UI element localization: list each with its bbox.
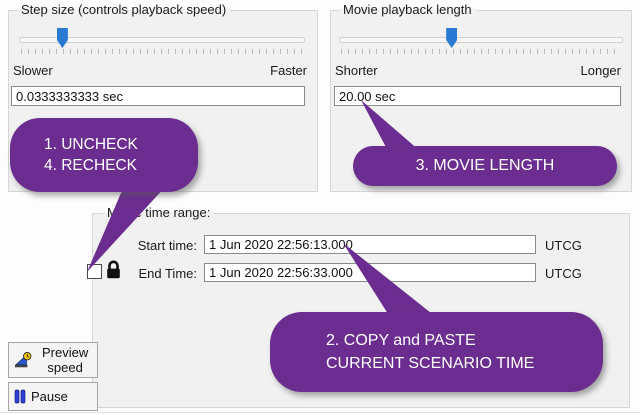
step-size-slider[interactable] [19,28,305,64]
step-size-slider-thumb[interactable] [57,28,68,48]
end-time-input[interactable] [204,263,536,282]
callout-3-line-1: 3. MOVIE LENGTH [416,157,555,175]
start-time-input[interactable] [204,235,536,254]
preview-speed-button[interactable]: Preview speed [8,342,98,378]
callout-1-line-1: 1. UNCHECK [44,134,198,155]
step-size-input[interactable] [11,86,305,106]
callout-movie-length: 3. MOVIE LENGTH [353,146,617,186]
start-time-label: Start time: [131,238,197,253]
pause-button[interactable]: Pause [8,382,98,411]
end-time-units-label: UTCG [545,266,582,281]
callout-uncheck-recheck: 1. UNCHECK 4. RECHECK [10,118,198,192]
playback-length-slider-ticks [341,49,621,54]
lock-icon [103,259,124,280]
playback-length-slider[interactable] [339,28,623,64]
shorter-label: Shorter [335,63,378,78]
panel-bottom-divider [0,412,640,413]
playback-length-group-title: Movie playback length [339,2,476,17]
callout-2-line-1: 2. COPY and PASTE [326,329,603,352]
pause-icon [14,389,26,404]
callout-2-line-2: CURRENT SCENARIO TIME [326,352,603,375]
start-time-units-label: UTCG [545,238,582,253]
end-time-label: End Time: [131,266,197,281]
callout-1-line-2: 4. RECHECK [44,155,198,176]
playback-length-slider-track[interactable] [339,37,623,43]
pause-button-label: Pause [31,389,68,404]
playback-length-slider-thumb[interactable] [446,28,457,48]
movie-settings-panel: Step size (controls playback speed) Slow… [0,0,640,415]
preview-speed-button-label: Preview speed [38,345,92,375]
preview-speed-icon [14,351,33,369]
step-size-group-title: Step size (controls playback speed) [17,2,230,17]
step-size-slider-ticks [21,49,303,54]
slower-label: Slower [13,63,53,78]
movie-time-range-title: Movie time range: [103,205,214,220]
time-range-lock-checkbox[interactable] [87,264,102,279]
longer-label: Longer [581,63,621,78]
playback-length-input[interactable] [334,86,621,106]
callout-copy-paste-time: 2. COPY and PASTE CURRENT SCENARIO TIME [270,312,603,392]
faster-label: Faster [270,63,307,78]
